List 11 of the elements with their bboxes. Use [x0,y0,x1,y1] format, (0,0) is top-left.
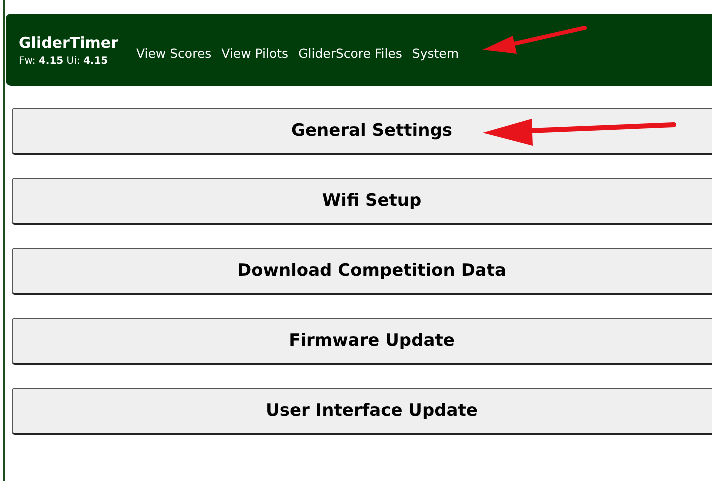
menu-button[interactable]: Wifi Setup [12,178,712,225]
menu-button[interactable]: Firmware Update [12,318,712,365]
menu-button[interactable]: General Settings [12,108,712,155]
brand-title: GliderTimer [19,34,118,52]
nav-link[interactable]: System [412,46,460,60]
nav-link[interactable]: View Pilots [222,46,289,60]
nav-link[interactable]: GliderScore Files [298,46,402,60]
menu-button[interactable]: Download Competition Data [12,248,712,295]
version-text: Fw: 4.15 Ui: 4.15 [19,56,110,66]
menu-button[interactable]: User Interface Update [12,388,712,435]
nav-link[interactable]: View Scores [136,46,212,60]
